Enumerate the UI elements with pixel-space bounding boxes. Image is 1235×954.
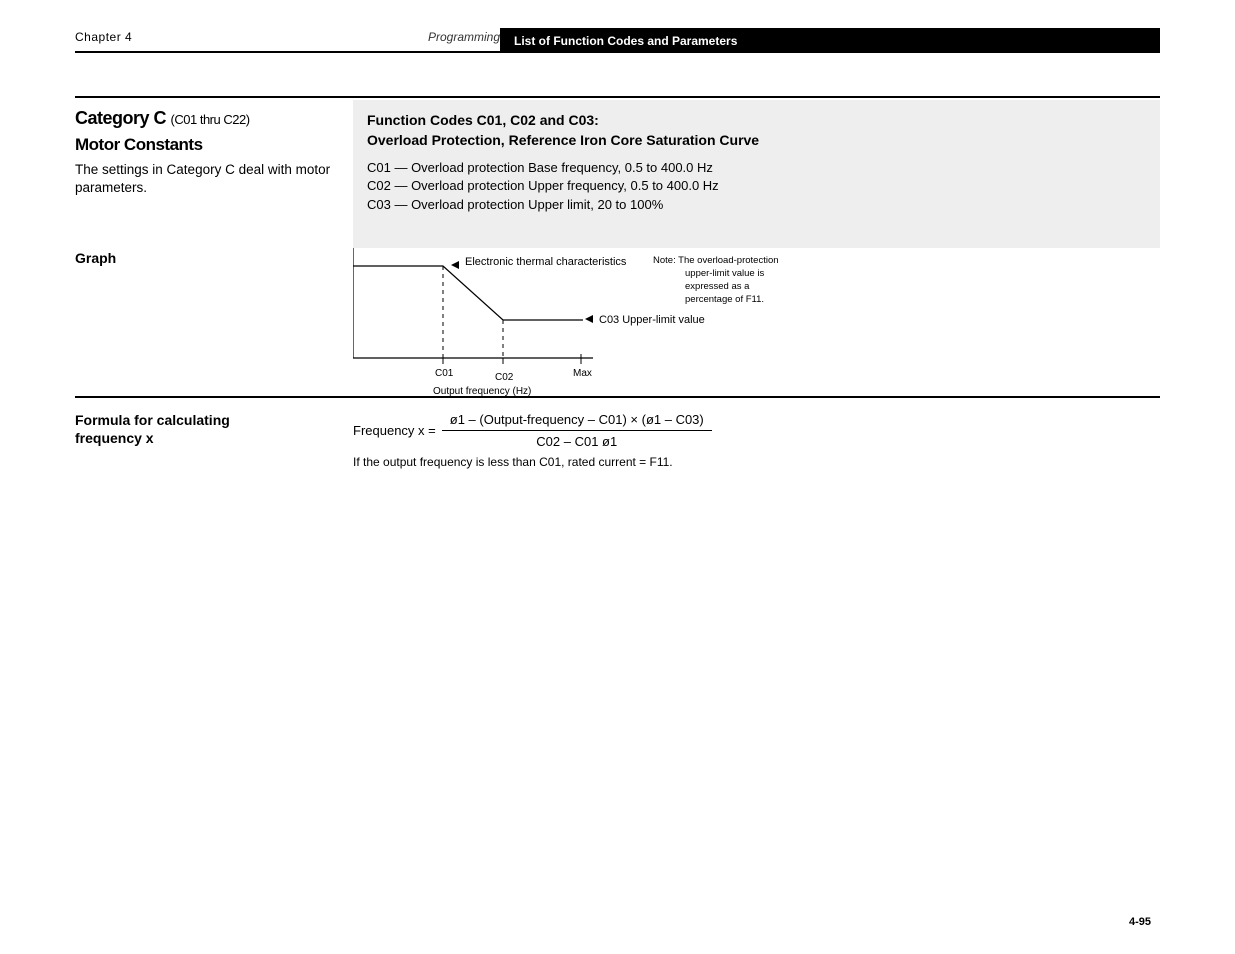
page-title: Programming	[428, 30, 500, 44]
formula-num-b: × (ø1 – C03)	[630, 412, 703, 427]
chart: Electronic thermal characteristics C03 U…	[353, 248, 913, 403]
codes-box: Function Codes C01, C02 and C03: Overloa…	[353, 100, 1160, 248]
legend-mid: C03 Upper-limit value	[599, 314, 705, 326]
formula-label: Formula for calculating frequency x	[75, 412, 230, 447]
chapter-label: Chapter 4	[75, 30, 132, 44]
section-header: List of Function Codes and Parameters	[500, 28, 1160, 53]
x-tick-c02: C02	[495, 372, 514, 383]
x-tick-c01: C01	[435, 368, 454, 379]
legend-top: Electronic thermal characteristics	[465, 256, 627, 268]
category-block: Category C (C01 thru C22) Motor Constant…	[75, 96, 1160, 197]
chart-note-1: Note: The overload-protection	[653, 255, 779, 266]
page-number: 4-95	[1129, 916, 1151, 928]
formula-row: Formula for calculating frequency x Freq…	[75, 396, 1160, 469]
category-code: Category C	[75, 108, 166, 128]
chart-note-3: expressed as a	[685, 281, 750, 292]
code-item-c01: C01 — Overload protection Base frequency…	[367, 159, 1146, 178]
chart-note-4: percentage of F11.	[685, 294, 764, 305]
x-tick-max: Max	[573, 368, 592, 379]
category-groups: (C01 thru C22)	[171, 112, 250, 127]
code-item-c03: C03 — Overload protection Upper limit, 2…	[367, 196, 1146, 215]
category-label: Motor Constants	[75, 135, 353, 155]
code-item-c02: C02 — Overload protection Upper frequenc…	[367, 177, 1146, 196]
formula-lhs: Frequency x =	[353, 423, 436, 438]
formula-note: If the output frequency is less than C01…	[353, 455, 1160, 469]
formula-den: C02 – C01 ø1	[442, 431, 712, 449]
category-desc: The settings in Category C deal with mot…	[75, 161, 353, 197]
formula-num-a: ø1 – (Output-frequency – C01)	[450, 412, 627, 427]
chart-note-2: upper-limit value is	[685, 268, 764, 279]
codes-intro: Function Codes C01, C02 and C03: Overloa…	[367, 110, 1146, 151]
graph-label: Graph	[75, 250, 116, 266]
